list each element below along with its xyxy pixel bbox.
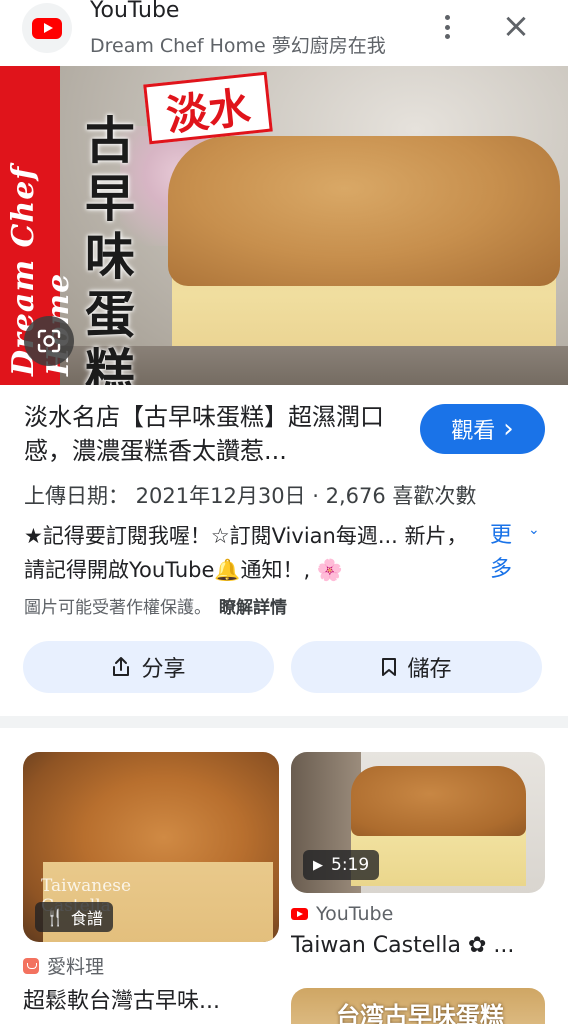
save-label: 儲存	[407, 657, 452, 682]
video-description: ★記得要訂閱我喔！☆訂閱Vivian每週... 新片，請記得開啟YouTube🔔…	[24, 524, 468, 582]
share-icon	[113, 657, 130, 676]
chevron-down-icon[interactable]: ⌄	[528, 522, 540, 538]
section-divider	[0, 716, 568, 728]
youtube-small-icon	[291, 908, 308, 920]
channel-name[interactable]: Dream Chef Home 夢幻廚房在我	[90, 31, 386, 58]
fork-knife-icon: 🍴	[45, 907, 65, 927]
more-link[interactable]: 更多	[490, 519, 530, 587]
source-title[interactable]: YouTube	[90, 0, 179, 23]
upload-meta: 上傳日期： 2021年12月30日 · 2,676 喜歡次數	[24, 484, 477, 508]
overlay-title: 古早味蛋糕	[85, 111, 135, 386]
related-source: YouTube	[291, 903, 393, 925]
play-icon: ▶	[313, 857, 323, 873]
copyright-text: 圖片可能受著作權保護。	[24, 598, 211, 618]
hero-image[interactable]: Dream Chef Home 淡水 古早味蛋糕	[0, 66, 568, 385]
copyright-notice: 圖片可能受著作權保護。 瞭解詳情	[24, 593, 287, 618]
related-source-name: 愛料理	[47, 956, 105, 978]
duration-badge: ▶ 5:19	[303, 850, 380, 880]
aiaili-logo-icon	[23, 957, 39, 974]
video-title[interactable]: 淡水名店【古早味蛋糕】超濕潤口感，濃濃蛋糕香太讚惹...	[24, 400, 404, 468]
more-vert-icon[interactable]	[438, 12, 456, 42]
related-card-image[interactable]: Taiwanese Castella 🍴 食譜	[23, 752, 279, 942]
related-card-image[interactable]: ▶ 5:19	[291, 752, 545, 893]
save-button[interactable]: 儲存	[291, 641, 542, 693]
related-title[interactable]: 超鬆軟台灣古早味...	[23, 983, 279, 1015]
recipe-badge-label: 食譜	[70, 909, 103, 928]
share-label: 分享	[141, 657, 186, 682]
recipe-badge: 🍴 食譜	[35, 902, 113, 932]
youtube-logo-icon	[22, 3, 72, 53]
learn-more-link[interactable]: 瞭解詳情	[219, 598, 287, 618]
bookmark-icon	[382, 658, 397, 676]
related-card-image[interactable]: 台湾古早味蛋糕	[291, 988, 545, 1024]
related-source-name: YouTube	[316, 903, 394, 925]
related-title[interactable]: Taiwan Castella ✿ ...	[291, 933, 545, 958]
chevron-right-icon: ›	[503, 414, 514, 444]
duration-label: 5:19	[331, 855, 370, 875]
related-source: 愛料理	[23, 952, 104, 979]
watch-label: 觀看	[451, 419, 496, 444]
image-overlay-text: 台湾古早味蛋糕	[336, 1002, 504, 1024]
close-icon[interactable]: ×	[498, 8, 534, 44]
lens-icon[interactable]	[24, 316, 74, 366]
share-button[interactable]: 分享	[23, 641, 274, 693]
watch-button[interactable]: 觀看 ›	[420, 404, 545, 454]
result-header: YouTube Dream Chef Home 夢幻廚房在我 ×	[0, 0, 568, 66]
